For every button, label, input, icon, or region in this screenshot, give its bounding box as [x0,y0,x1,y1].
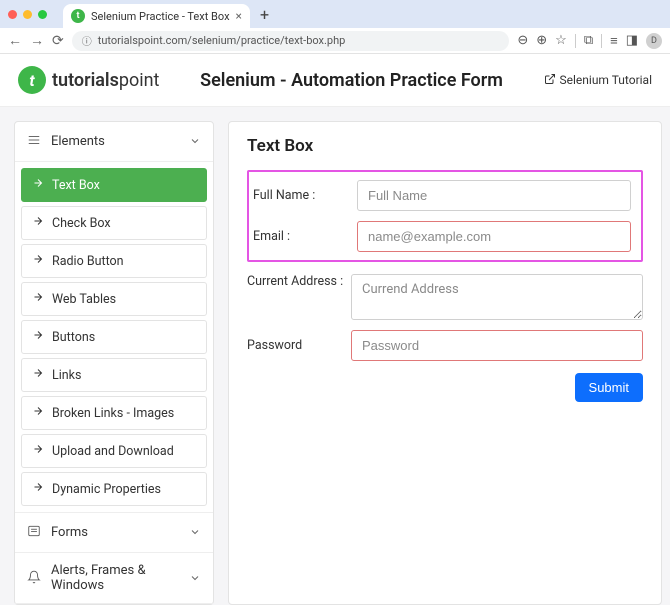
address-label: Current Address : [247,274,351,289]
sidebar-item-label: Radio Button [52,254,124,269]
arrow-right-icon [32,405,44,421]
sidebar-item-label: Check Box [52,216,111,231]
sidebar-item-broken-links[interactable]: Broken Links - Images [21,396,207,430]
arrow-right-icon [32,481,44,497]
content-panel: Text Box Full Name : Email : Current Add… [228,121,662,605]
submit-button[interactable]: Submit [575,373,643,402]
sidebar-item-radio-button[interactable]: Radio Button [21,244,207,278]
sidebar-item-label: Text Box [52,178,100,193]
chevron-down-icon [189,569,201,588]
sidebar-item-label: Upload and Download [52,444,174,459]
submit-row: Submit [247,373,643,402]
close-tab-icon[interactable]: × [236,9,242,23]
sidebar-item-buttons[interactable]: Buttons [21,320,207,354]
sidebar-section-label: Elements [51,134,179,149]
external-link-icon [544,73,556,88]
email-label: Email : [253,229,357,244]
address-textarea[interactable] [351,274,643,320]
separator [601,34,602,48]
chevron-down-icon [189,132,201,151]
sidebar-section-elements[interactable]: Elements [15,122,213,162]
sidebar-section-alerts[interactable]: Alerts, Frames & Windows [15,553,213,604]
arrow-right-icon [32,215,44,231]
tab-row: t Selenium Practice - Text Box × + [0,0,670,28]
form-row-password: Password [247,330,643,361]
form-row-address: Current Address : [247,274,643,320]
bell-icon [27,569,41,588]
url-text: tutorialspoint.com/selenium/practice/tex… [98,34,346,47]
sidebar-section-forms[interactable]: Forms [15,512,213,553]
tab-title: Selenium Practice - Text Box [91,10,230,23]
address-bar[interactable]: ⓘ tutorialspoint.com/selenium/practice/t… [72,31,510,51]
separator [575,34,576,48]
site-logo[interactable]: t tutorialspoint [18,66,159,94]
page-header: t tutorialspoint Selenium - Automation P… [0,54,670,107]
back-button[interactable]: ← [8,32,22,49]
form-icon [27,523,41,542]
maximize-window-button[interactable] [38,10,47,19]
browser-tab[interactable]: t Selenium Practice - Text Box × [63,4,250,28]
arrow-right-icon [32,329,44,345]
bookmark-icon[interactable]: ☆ [555,33,567,48]
chrome-toolbar-icons: ⊖ ⊕ ☆ ⧉ ≡ ◨ D [517,33,662,49]
sidebar-item-label: Buttons [52,330,95,345]
extensions-icon[interactable]: ⧉ [584,33,593,48]
sidebar-item-label: Dynamic Properties [52,482,161,497]
arrow-right-icon [32,253,44,269]
sidebar-item-upload-download[interactable]: Upload and Download [21,434,207,468]
fullname-input[interactable] [357,180,631,211]
reload-button[interactable]: ⟳ [52,33,64,49]
profile-avatar[interactable]: D [646,33,662,49]
menu-icon [27,132,41,151]
new-tab-button[interactable]: + [260,5,269,24]
key-icon[interactable]: ⊖ [517,33,528,48]
main-wrap: Elements Text Box Check Box Radio Button… [0,107,670,605]
sidepanel-icon[interactable]: ◨ [626,33,638,48]
logo-text: tutorialspoint [52,70,159,91]
email-input[interactable] [357,221,631,252]
close-window-button[interactable] [8,10,17,19]
forward-button[interactable]: → [30,32,44,49]
page-title: Selenium - Automation Practice Form [159,70,543,91]
form-row-fullname: Full Name : [253,180,631,211]
highlight-box: Full Name : Email : [247,170,643,262]
arrow-right-icon [32,367,44,383]
sidebar-item-label: Web Tables [52,292,116,307]
sidebar-item-web-tables[interactable]: Web Tables [21,282,207,316]
arrow-right-icon [32,291,44,307]
favicon-icon: t [71,9,85,23]
selenium-tutorial-link[interactable]: Selenium Tutorial [544,73,653,88]
sidebar-item-label: Links [52,368,81,383]
chevron-down-icon [189,523,201,542]
arrow-right-icon [32,443,44,459]
sidebar-item-links[interactable]: Links [21,358,207,392]
zoom-icon[interactable]: ⊕ [536,33,547,48]
sidebar-item-text-box[interactable]: Text Box [21,168,207,202]
password-label: Password [247,338,351,353]
tutorial-link-label: Selenium Tutorial [560,73,653,87]
sidebar-item-dynamic-properties[interactable]: Dynamic Properties [21,472,207,506]
playlist-icon[interactable]: ≡ [610,33,618,49]
sidebar-section-label: Forms [51,525,179,540]
sidebar-list: Text Box Check Box Radio Button Web Tabl… [15,162,213,512]
sidebar-section-label: Alerts, Frames & Windows [51,563,179,593]
site-info-icon[interactable]: ⓘ [82,33,92,48]
sidebar-item-label: Broken Links - Images [52,406,174,421]
window-controls [8,10,47,19]
address-row: ← → ⟳ ⓘ tutorialspoint.com/selenium/prac… [0,28,670,54]
sidebar: Elements Text Box Check Box Radio Button… [14,121,214,605]
logo-mark-icon: t [18,66,46,94]
content-heading: Text Box [247,136,643,156]
arrow-right-icon [32,177,44,193]
fullname-label: Full Name : [253,188,357,203]
form-row-email: Email : [253,221,631,252]
sidebar-item-check-box[interactable]: Check Box [21,206,207,240]
password-input[interactable] [351,330,643,361]
browser-chrome: t Selenium Practice - Text Box × + ← → ⟳… [0,0,670,54]
minimize-window-button[interactable] [23,10,32,19]
